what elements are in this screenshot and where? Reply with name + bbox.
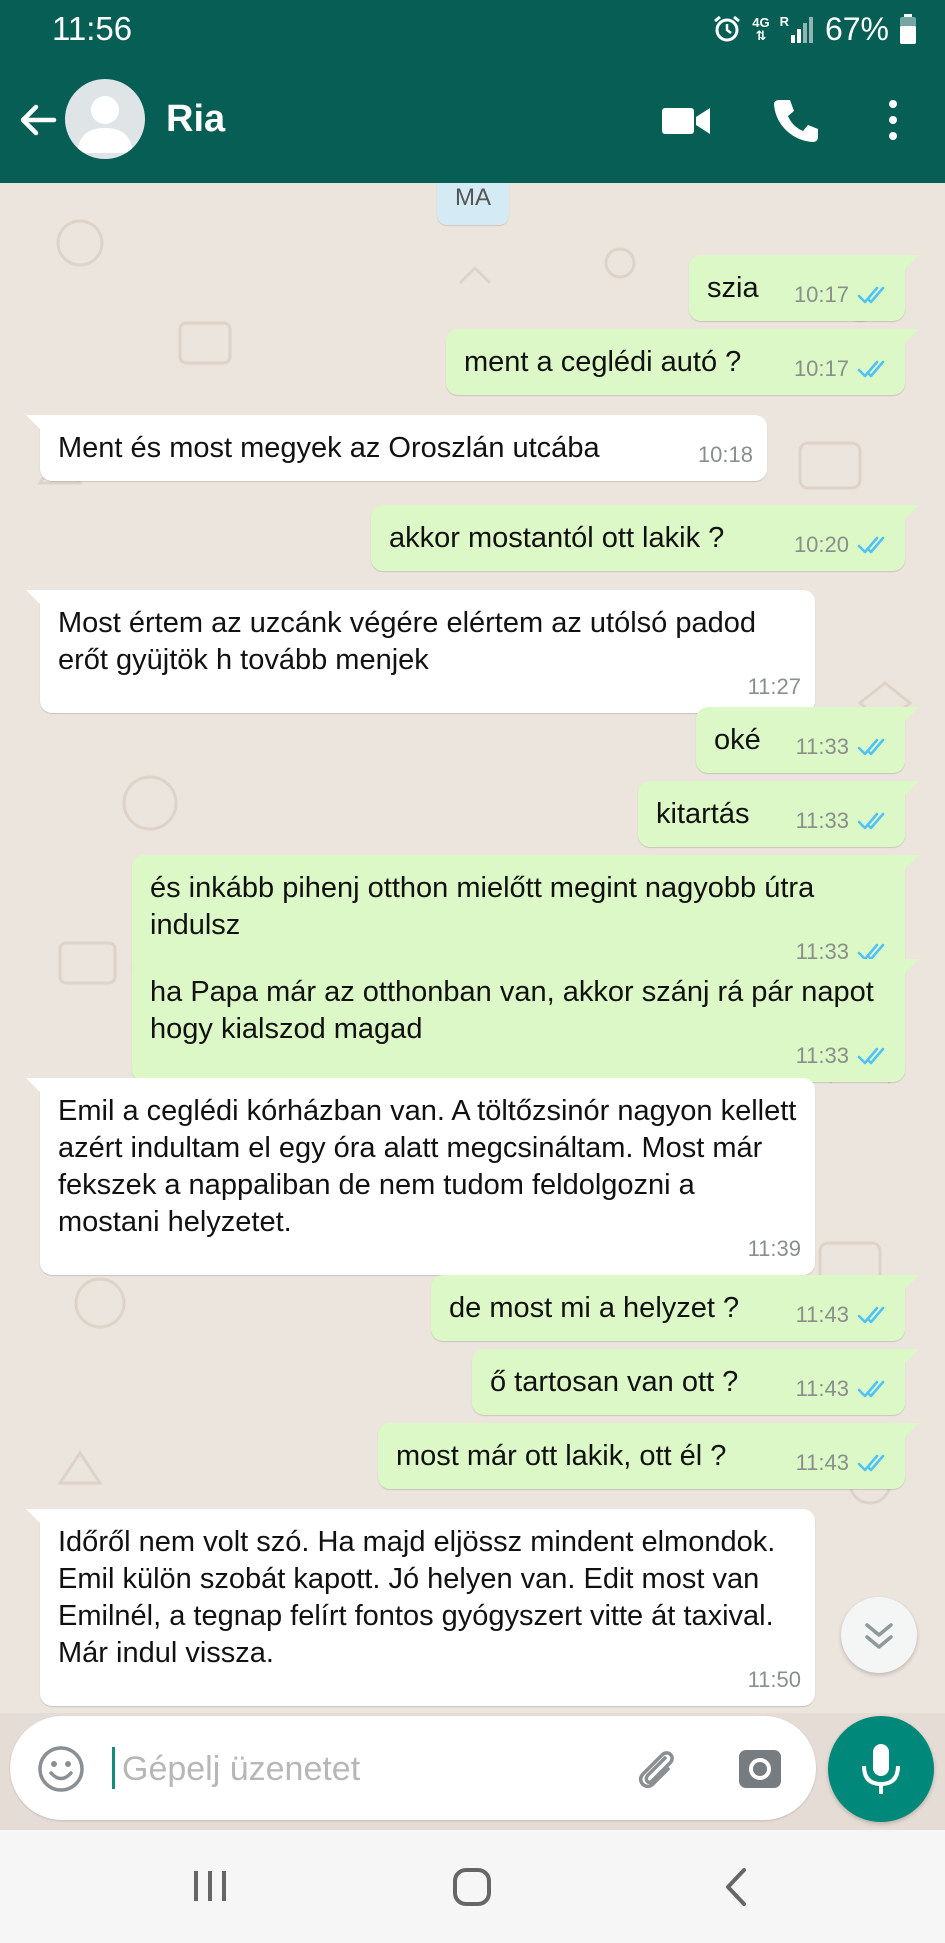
message-meta: 10:17 (794, 350, 891, 387)
message-time: 11:43 (795, 1302, 849, 1327)
incoming-message[interactable]: Emil a ceglédi kórházban van. A töltőzsi… (26, 1078, 815, 1275)
message-meta: 11:33 (796, 1037, 891, 1074)
message-time: 11:33 (795, 808, 849, 833)
text-cursor (112, 1747, 115, 1789)
message-text: szia (707, 272, 759, 304)
message-text: ha Papa már az otthonban van, akkor szán… (150, 976, 874, 1045)
incoming-message[interactable]: Most értem az uzcánk végére elértem az u… (26, 590, 815, 713)
outgoing-message[interactable]: ha Papa már az otthonban van, akkor szán… (132, 959, 919, 1082)
message-meta: 11:33 (796, 802, 891, 839)
default-avatar-icon (77, 96, 133, 153)
outgoing-message[interactable]: most már ott lakik, ott él ? 11:43 (378, 1423, 919, 1489)
outgoing-message[interactable]: akkor mostantól ott lakik ? 10:20 (371, 505, 919, 571)
read-receipt-icon (857, 360, 885, 377)
message-text: akkor mostantól ott lakik ? (389, 522, 725, 554)
message-meta: 11:43 (796, 1296, 891, 1333)
message-meta: 11:39 (748, 1230, 801, 1267)
message-meta: 10:17 (794, 276, 891, 313)
message-text: kitartás (656, 798, 750, 830)
message-text: de most mi a helyzet ? (449, 1292, 740, 1324)
alarm-icon (714, 15, 741, 42)
read-receipt-icon (857, 1380, 885, 1397)
battery-icon (900, 14, 916, 44)
read-receipt-icon (857, 1306, 885, 1323)
message-meta: 10:20 (794, 526, 891, 563)
message-composer (10, 1716, 816, 1820)
status-icons: 4G ⇅ R 67% (712, 9, 917, 49)
message-time: 10:17 (793, 282, 849, 307)
date-divider: MA (437, 183, 509, 225)
incoming-message[interactable]: Időről nem volt szó. Ha majd eljössz min… (26, 1509, 815, 1706)
message-text: és inkább pihenj otthon mielőtt megint n… (150, 872, 815, 941)
contact-name[interactable]: Ria (166, 98, 225, 141)
message-meta: 11:33 (796, 728, 891, 765)
outgoing-message[interactable]: oké 11:33 (696, 707, 919, 773)
camera-icon[interactable] (735, 1744, 785, 1794)
message-meta: 11:43 (796, 1444, 891, 1481)
more-options-icon[interactable] (878, 95, 908, 145)
message-time: 11:43 (795, 1450, 849, 1475)
data-arrows-icon: ⇅ (755, 28, 767, 43)
status-time: 11:56 (52, 10, 133, 47)
microphone-icon (862, 1744, 900, 1794)
read-receipt-icon (857, 1047, 885, 1064)
message-time: 10:17 (793, 356, 849, 381)
roaming-label: R (779, 14, 789, 29)
message-list[interactable]: MA szia 10:17 ment a ceglédi autó ? 10:17 Me… (0, 183, 945, 1713)
read-receipt-icon (857, 812, 885, 829)
avatar[interactable] (65, 79, 145, 159)
message-meta: 11:43 (796, 1370, 891, 1407)
message-meta: 11:50 (748, 1661, 801, 1698)
message-text: most már ott lakik, ott él ? (396, 1440, 727, 1472)
message-text: Időről nem volt szó. Ha majd eljössz min… (58, 1526, 776, 1669)
message-time: 10:20 (793, 532, 849, 557)
status-bar: 11:56 4G ⇅ R 67% (0, 0, 945, 55)
outgoing-message[interactable]: ő tartosan van ott ? 11:43 (472, 1349, 919, 1415)
message-meta: 10:18 (698, 436, 753, 473)
double-chevron-down-icon (865, 1623, 893, 1649)
microphone-button[interactable] (828, 1716, 934, 1822)
system-nav-bar (0, 1830, 945, 1943)
message-text: Most értem az uzcánk végére elértem az u… (58, 607, 756, 676)
read-receipt-icon (857, 738, 885, 755)
outgoing-message[interactable]: szia 10:17 (689, 255, 919, 321)
signal-strength-icon (790, 17, 813, 43)
message-meta: 11:27 (748, 668, 801, 705)
message-time: 11:33 (795, 1043, 849, 1068)
message-text: ő tartosan van ott ? (490, 1366, 739, 1398)
message-time: 11:27 (747, 674, 801, 699)
message-time: 10:18 (697, 442, 753, 467)
message-text: oké (714, 724, 761, 756)
incoming-message[interactable]: Ment és most megyek az Oroszlán utcába 10… (26, 415, 767, 481)
message-time: 11:39 (747, 1236, 801, 1261)
message-text: Emil a ceglédi kórházban van. A töltőzsi… (58, 1095, 797, 1238)
voice-call-icon[interactable] (770, 95, 820, 145)
message-time: 11:43 (795, 1376, 849, 1401)
outgoing-message[interactable]: de most mi a helyzet ? 11:43 (431, 1275, 919, 1341)
read-receipt-icon (857, 536, 885, 553)
outgoing-message[interactable]: ment a ceglédi autó ? 10:17 (446, 329, 919, 395)
home-icon[interactable] (447, 1862, 497, 1912)
roaming-indicator: R (780, 15, 815, 43)
back-arrow-icon[interactable] (14, 95, 64, 145)
message-input[interactable] (120, 1742, 604, 1796)
read-receipt-icon (857, 1454, 885, 1471)
recent-apps-icon[interactable] (185, 1866, 235, 1906)
message-text: Ment és most megyek az Oroszlán utcába (58, 432, 600, 464)
message-text: ment a ceglédi autó ? (464, 346, 742, 378)
chat-header: Ria (0, 55, 945, 183)
paperclip-icon[interactable] (632, 1744, 682, 1794)
outgoing-message[interactable]: kitartás 11:33 (638, 781, 919, 847)
message-time: 11:33 (795, 734, 849, 759)
emoji-icon[interactable] (36, 1744, 86, 1794)
nav-back-icon[interactable] (716, 1864, 756, 1910)
scroll-to-bottom-button[interactable] (841, 1597, 917, 1673)
video-call-icon[interactable] (660, 100, 712, 140)
network-type-icon: 4G ⇅ (752, 16, 769, 42)
battery-percent: 67% (824, 10, 889, 47)
message-time: 11:50 (747, 1667, 801, 1692)
read-receipt-icon (857, 286, 885, 303)
